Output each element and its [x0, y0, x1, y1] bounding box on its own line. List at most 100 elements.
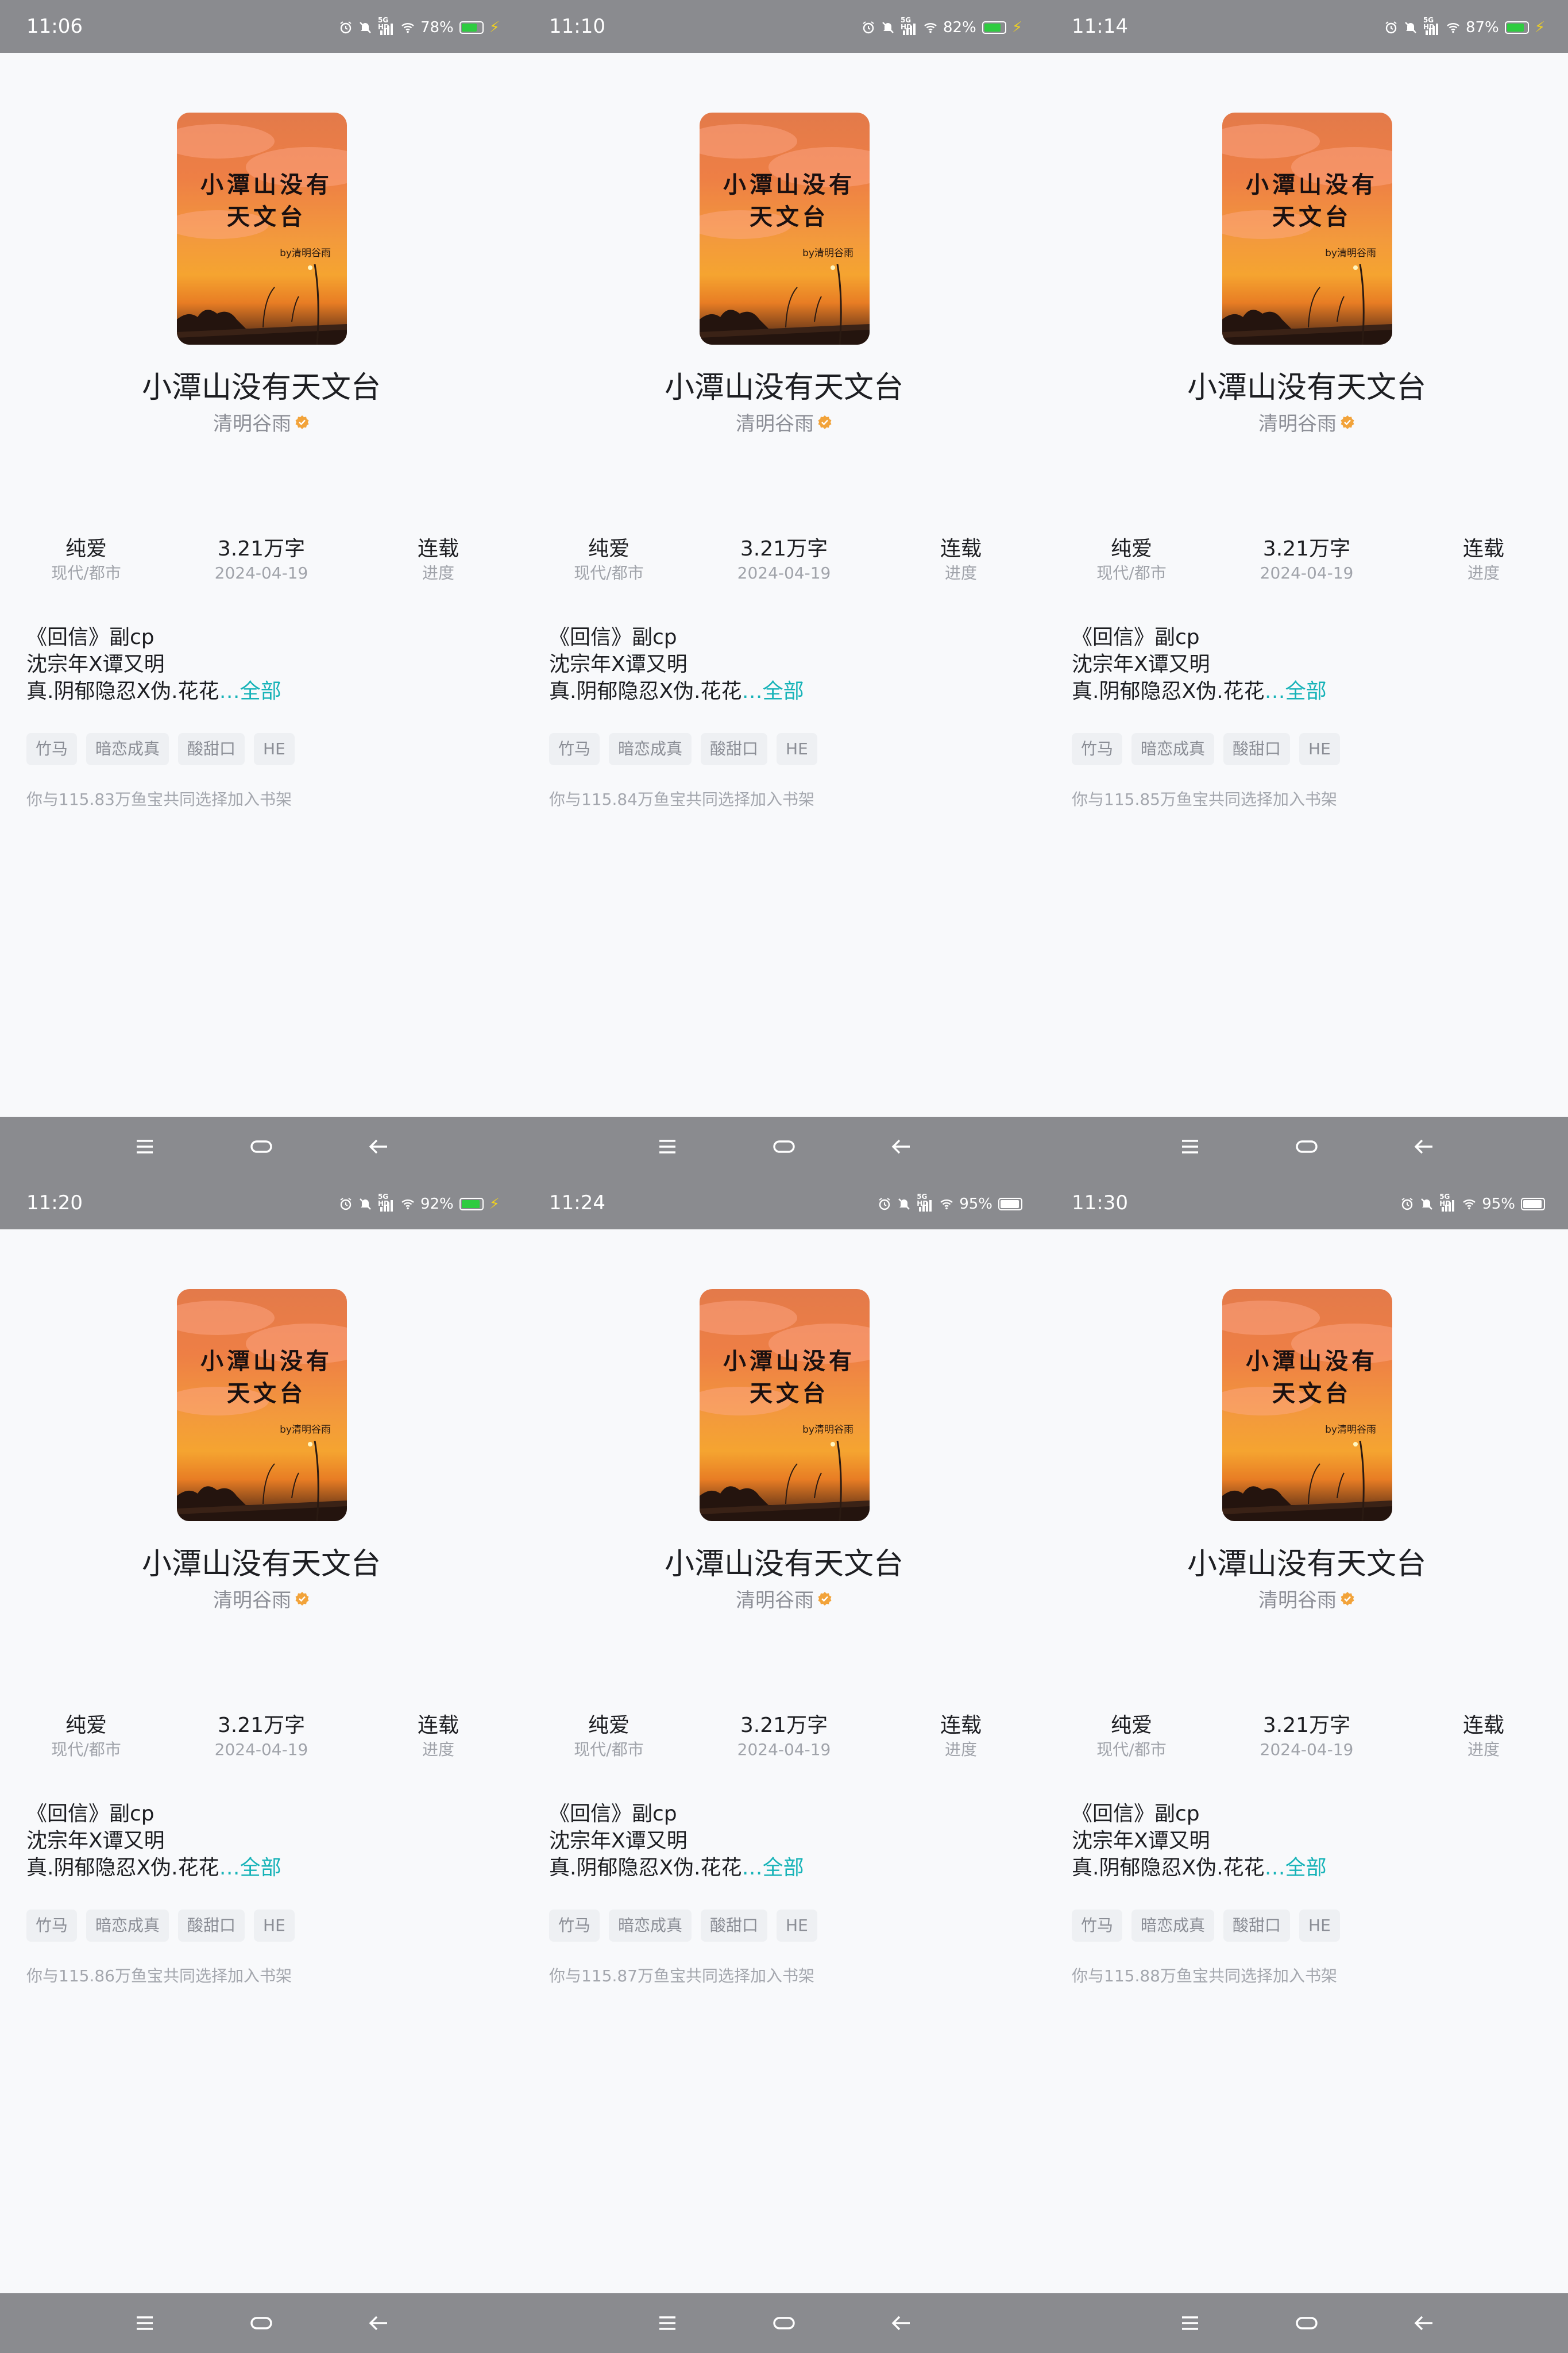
author-name[interactable]: 清明谷雨: [1258, 408, 1337, 436]
tag-chip[interactable]: 酸甜口: [178, 733, 245, 765]
battery-icon: [982, 21, 1006, 34]
stat-progress: 连载 进度: [886, 535, 1036, 584]
tag-chip[interactable]: HE: [1299, 733, 1340, 765]
alarm-icon: [339, 21, 353, 34]
author-name[interactable]: 清明谷雨: [1258, 1584, 1337, 1613]
intro-expand-link[interactable]: …全部: [742, 680, 804, 703]
tag-chip[interactable]: HE: [1299, 1910, 1340, 1942]
menu-icon[interactable]: [132, 2310, 157, 2336]
intro-expand-link[interactable]: …全部: [1265, 1856, 1327, 1880]
cover-byline: by清明谷雨: [1325, 1424, 1376, 1436]
author-row[interactable]: 清明谷雨: [523, 1584, 1045, 1613]
home-icon[interactable]: [771, 1134, 797, 1159]
network-label: 5G HD: [1439, 1193, 1451, 1208]
tag-chip[interactable]: 暗恋成真: [86, 1910, 169, 1942]
tag-chip[interactable]: HE: [254, 733, 295, 765]
stat-category-sub: 现代/都市: [574, 1740, 644, 1759]
home-icon[interactable]: [249, 2310, 274, 2336]
back-icon[interactable]: [366, 2310, 392, 2336]
home-icon[interactable]: [771, 2310, 797, 2336]
book-cover[interactable]: 小潭山没有 天文台 by清明谷雨: [177, 1289, 347, 1521]
menu-icon[interactable]: [655, 2310, 680, 2336]
book-cover[interactable]: 小潭山没有 天文台 by清明谷雨: [1222, 113, 1392, 345]
intro-line: 真.阴郁隐忍X伪.花花…全部: [26, 680, 281, 703]
menu-icon[interactable]: [1177, 1134, 1203, 1159]
tag-chip[interactable]: 暗恋成真: [1131, 733, 1215, 765]
book-cover[interactable]: 小潭山没有 天文台 by清明谷雨: [177, 113, 347, 345]
book-title: 小潭山没有天文台: [664, 371, 903, 405]
home-icon[interactable]: [1294, 2310, 1319, 2336]
stat-progress-sub: 进度: [944, 564, 977, 583]
book-intro[interactable]: 《回信》副cp 沈宗年X谭又明 真.阴郁隐忍X伪.花花…全部: [549, 624, 1020, 705]
tag-chip[interactable]: 竹马: [1072, 1910, 1123, 1942]
tag-chip[interactable]: 竹马: [549, 1910, 600, 1942]
book-intro[interactable]: 《回信》副cp 沈宗年X谭又明 真.阴郁隐忍X伪.花花…全部: [26, 1800, 497, 1881]
tag-chip[interactable]: 竹马: [1072, 733, 1123, 765]
signal-5g-icon: 5G HD: [1439, 1193, 1457, 1213]
tag-chip[interactable]: 暗恋成真: [609, 733, 692, 765]
book-cover[interactable]: 小潭山没有 天文台 by清明谷雨: [1222, 1289, 1392, 1521]
intro-line: 《回信》副cp: [1072, 1802, 1200, 1826]
back-icon[interactable]: [889, 2310, 914, 2336]
book-intro[interactable]: 《回信》副cp 沈宗年X谭又明 真.阴郁隐忍X伪.花花…全部: [549, 1800, 1020, 1881]
alarm-icon: [1384, 21, 1398, 34]
menu-icon[interactable]: [655, 1134, 680, 1159]
menu-icon[interactable]: [1177, 2310, 1203, 2336]
book-cover[interactable]: 小潭山没有 天文台 by清明谷雨: [700, 113, 870, 345]
menu-icon[interactable]: [132, 1134, 157, 1159]
system-nav-bar: [0, 2293, 523, 2353]
author-name[interactable]: 清明谷雨: [736, 408, 814, 436]
tag-chip[interactable]: 竹马: [549, 733, 600, 765]
stat-progress-sub: 进度: [422, 1740, 454, 1759]
intro-expand-link[interactable]: …全部: [219, 680, 281, 703]
back-icon[interactable]: [1412, 2310, 1437, 2336]
battery-level: [461, 1200, 480, 1208]
stat-progress: 连载 进度: [1409, 1712, 1558, 1760]
stat-word-count: 3.21万字 2024-04-19: [1232, 535, 1381, 584]
cover-byline: by清明谷雨: [1325, 248, 1376, 259]
battery-level: [1523, 1200, 1542, 1208]
tag-chip[interactable]: 暗恋成真: [86, 733, 169, 765]
stat-update-date: 2024-04-19: [737, 564, 831, 583]
mute-icon: [881, 21, 895, 34]
author-row[interactable]: 清明谷雨: [0, 1584, 523, 1613]
author-name[interactable]: 清明谷雨: [213, 408, 291, 436]
tag-chip[interactable]: HE: [254, 1910, 295, 1942]
book-intro[interactable]: 《回信》副cp 沈宗年X谭又明 真.阴郁隐忍X伪.花花…全部: [1072, 624, 1543, 705]
author-row[interactable]: 清明谷雨: [1045, 1584, 1568, 1613]
author-row[interactable]: 清明谷雨: [1045, 408, 1568, 436]
status-bar: 11:20 5G HD 92% ⚡: [0, 1176, 523, 1229]
tag-chip[interactable]: 酸甜口: [701, 1910, 768, 1942]
author-row[interactable]: 清明谷雨: [0, 408, 523, 436]
intro-expand-link[interactable]: …全部: [742, 1856, 804, 1880]
back-icon[interactable]: [889, 1134, 914, 1159]
tag-chip[interactable]: HE: [777, 1910, 817, 1942]
battery-level: [1001, 1200, 1019, 1208]
home-icon[interactable]: [1294, 1134, 1319, 1159]
book-intro[interactable]: 《回信》副cp 沈宗年X谭又明 真.阴郁隐忍X伪.花花…全部: [26, 624, 497, 705]
intro-expand-link[interactable]: …全部: [219, 1856, 281, 1880]
tag-chip[interactable]: 酸甜口: [1223, 733, 1291, 765]
stat-word-count: 3.21万字 2024-04-19: [187, 535, 336, 584]
tag-chip[interactable]: 酸甜口: [1223, 1910, 1291, 1942]
tag-chip[interactable]: 竹马: [26, 1910, 78, 1942]
tag-chip[interactable]: 竹马: [26, 733, 78, 765]
author-name[interactable]: 清明谷雨: [736, 1584, 814, 1613]
intro-expand-link[interactable]: …全部: [1265, 680, 1327, 703]
book-title: 小潭山没有天文台: [664, 1547, 903, 1581]
tag-chip[interactable]: HE: [777, 733, 817, 765]
home-icon[interactable]: [249, 1134, 274, 1159]
back-icon[interactable]: [1412, 1134, 1437, 1159]
tag-chip[interactable]: 暗恋成真: [609, 1910, 692, 1942]
author-row[interactable]: 清明谷雨: [523, 408, 1045, 436]
author-name[interactable]: 清明谷雨: [213, 1584, 291, 1613]
tag-chip[interactable]: 酸甜口: [701, 733, 768, 765]
intro-line: 《回信》副cp: [1072, 626, 1200, 649]
back-icon[interactable]: [366, 1134, 392, 1159]
book-cover[interactable]: 小潭山没有 天文台 by清明谷雨: [700, 1289, 870, 1521]
tag-chip[interactable]: 暗恋成真: [1131, 1910, 1215, 1942]
system-nav-bar: [0, 1117, 523, 1176]
tag-chip[interactable]: 酸甜口: [178, 1910, 245, 1942]
network-label: 5G HD: [900, 16, 912, 31]
book-intro[interactable]: 《回信》副cp 沈宗年X谭又明 真.阴郁隐忍X伪.花花…全部: [1072, 1800, 1543, 1881]
